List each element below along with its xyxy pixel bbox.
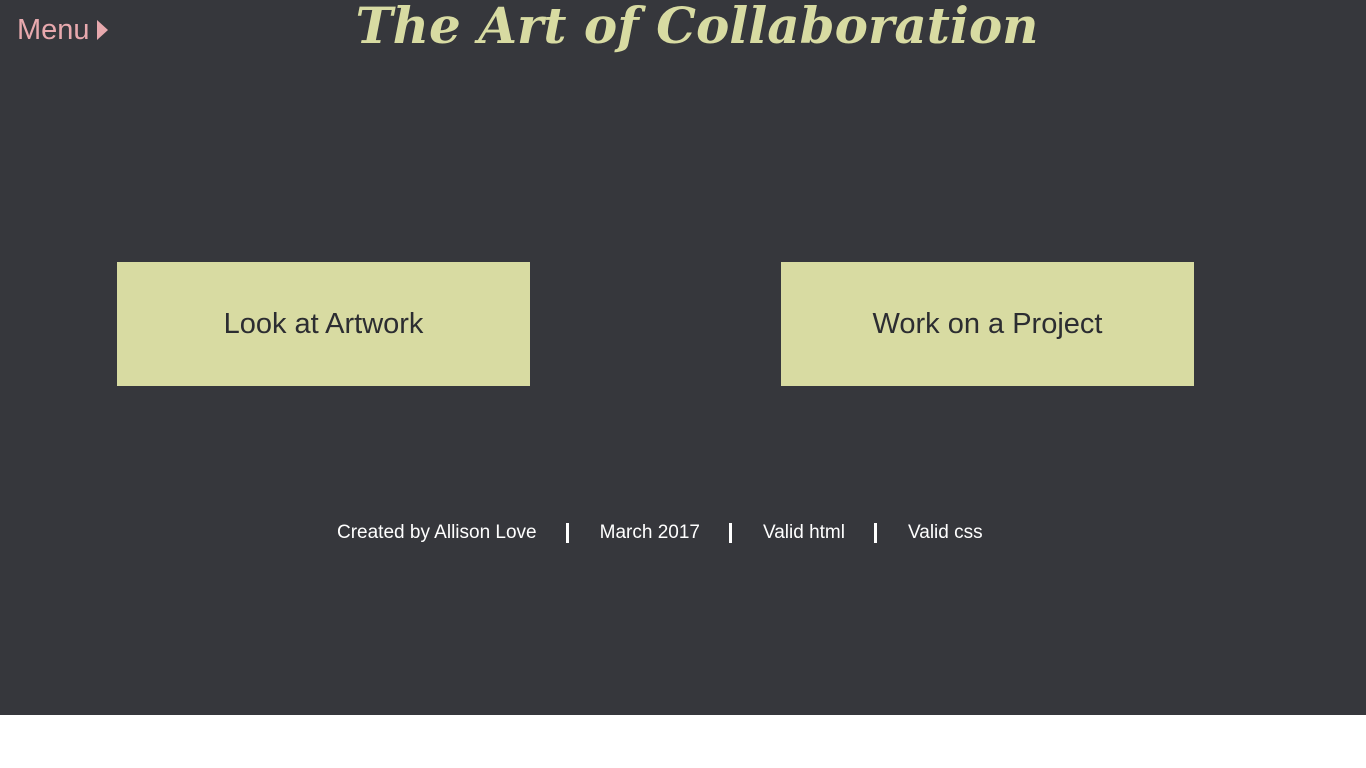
- page-title: The Art of Collaboration: [355, 0, 1039, 55]
- look-at-artwork-button[interactable]: Look at Artwork: [117, 262, 530, 386]
- valid-html-link[interactable]: Valid html: [763, 518, 845, 548]
- footer-date: March 2017: [599, 522, 700, 543]
- footer-separator: [728, 523, 732, 543]
- footer-credit: Created by Allison Love: [337, 522, 537, 543]
- work-on-project-button[interactable]: Work on a Project: [781, 262, 1194, 386]
- page-background: Menu The Art of Collaboration Look at Ar…: [0, 0, 1366, 715]
- footer: Created by Allison Love March 2017 Valid…: [337, 518, 983, 548]
- valid-css-link[interactable]: Valid css: [908, 518, 983, 548]
- footer-separator: [873, 523, 877, 543]
- footer-separator: [565, 523, 569, 543]
